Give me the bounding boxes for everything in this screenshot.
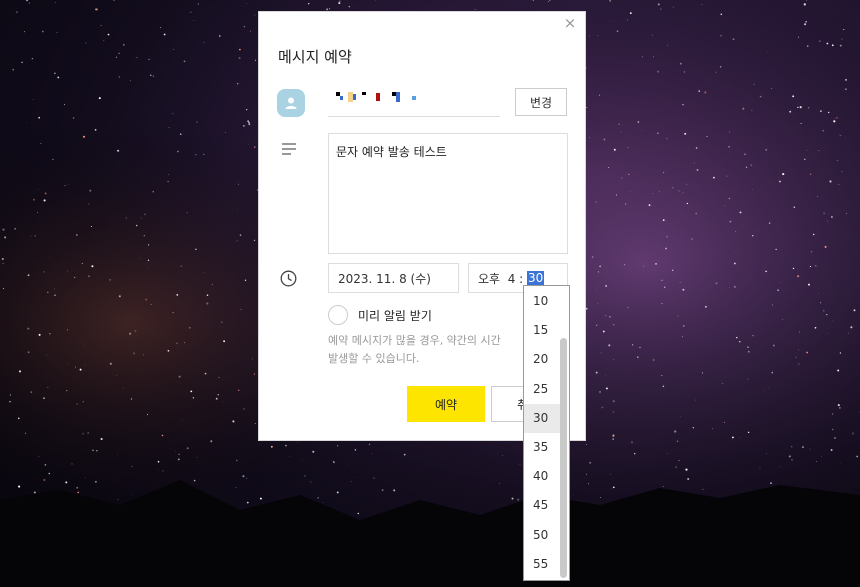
- minute-option[interactable]: 55: [524, 550, 563, 579]
- minute-option[interactable]: 35: [524, 433, 563, 462]
- clock-icon: [280, 270, 297, 287]
- reminder-label: 미리 알림 받기: [358, 309, 432, 323]
- minute-option[interactable]: 45: [524, 491, 563, 520]
- recipient-field[interactable]: [328, 82, 500, 117]
- close-icon[interactable]: ×: [563, 16, 577, 31]
- change-recipient-button[interactable]: 변경: [515, 88, 567, 116]
- minute-option[interactable]: 40: [524, 462, 563, 491]
- minute-option[interactable]: 25: [524, 375, 563, 404]
- dialog-title: 메시지 예약: [278, 48, 352, 66]
- minute-option[interactable]: 15: [524, 316, 563, 345]
- minute-option[interactable]: 10: [524, 287, 563, 316]
- dropdown-scrollbar[interactable]: [560, 338, 567, 578]
- minute-option[interactable]: 20: [524, 345, 563, 374]
- time-minute-selected[interactable]: 30: [527, 271, 545, 285]
- minute-dropdown-list[interactable]: 10 15 20 25 30 35 40 45 50 55: [523, 285, 570, 581]
- person-icon: [285, 97, 297, 109]
- minute-option[interactable]: 30: [524, 403, 563, 433]
- message-textarea[interactable]: 문자 예약 발송 테스트: [328, 133, 568, 254]
- avatar: [277, 89, 305, 117]
- redacted-recipient-name: [336, 92, 416, 102]
- minute-option[interactable]: 50: [524, 521, 563, 550]
- reserve-button[interactable]: 예약: [407, 386, 485, 422]
- time-hour-text: 오후 4 :: [478, 271, 528, 286]
- reminder-radio[interactable]: [328, 305, 348, 325]
- date-picker-field[interactable]: 2023. 11. 8 (수): [328, 263, 459, 293]
- text-lines-icon: [282, 143, 296, 155]
